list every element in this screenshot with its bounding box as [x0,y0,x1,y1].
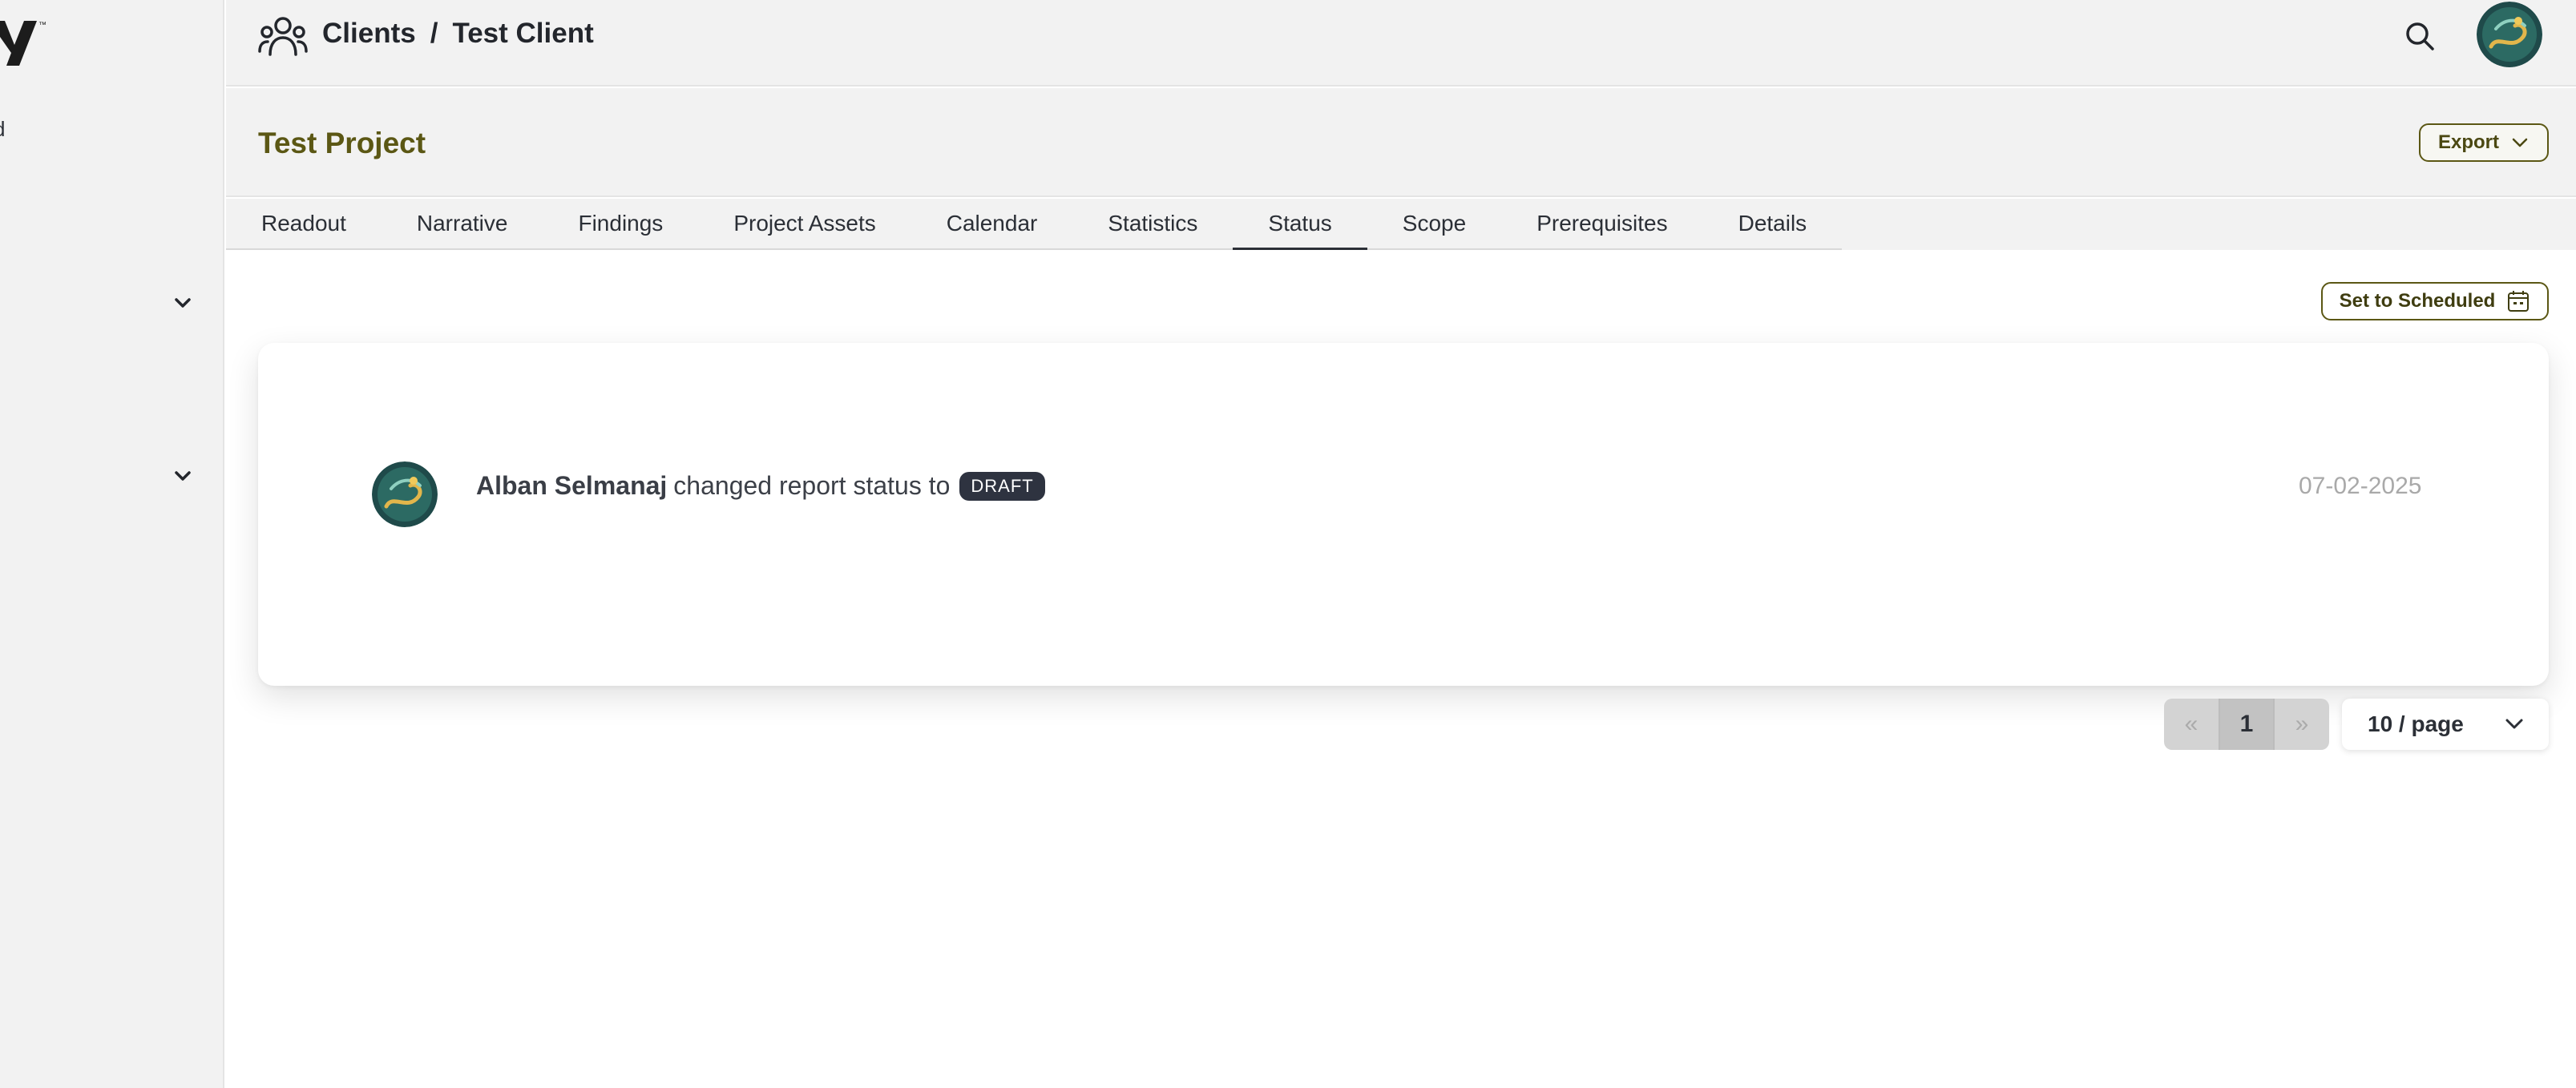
chevron-down-icon [2502,712,2526,736]
breadcrumb-separator: / [430,18,438,49]
set-to-scheduled-button[interactable]: Set to Scheduled [2321,282,2549,320]
breadcrumb-clients[interactable]: Clients [322,18,416,50]
search-icon[interactable] [2403,19,2437,53]
pagination: « 1 » [2164,699,2329,750]
next-page-button[interactable]: » [2275,699,2329,750]
entry-action: changed report status to [673,471,951,500]
breadcrumb-current: Test Client [452,18,594,49]
calendar-icon [2506,289,2530,313]
project-title: Test Project [258,127,426,159]
tab-project-assets[interactable]: Project Assets [698,199,910,248]
tab-list: Readout Narrative Findings Project Asset… [226,199,1843,250]
tab-statistics[interactable]: Statistics [1072,199,1233,248]
chevron-down-icon[interactable] [170,463,196,489]
avatar [372,461,438,527]
page-size-select[interactable]: 10 / page [2342,699,2549,750]
chevron-down-icon[interactable] [170,290,196,316]
user-avatar[interactable] [2477,2,2542,67]
tab-prerequisites[interactable]: Prerequisites [1501,199,1702,248]
tab-scope[interactable]: Scope [1367,199,1501,248]
svg-text:™: ™ [38,21,46,30]
brand-logo-icon[interactable]: ™ [0,18,48,69]
page-1-button[interactable]: 1 [2219,699,2275,750]
breadcrumb: Clients / Test Client [322,18,594,50]
top-header: Clients / Test Client [226,0,2576,87]
sidebar-item-label[interactable]: d [0,117,5,142]
status-entry: Alban Selmanaj changed report status to … [476,471,1045,501]
project-header: Test Project Export [226,88,2576,197]
set-to-scheduled-label: Set to Scheduled [2339,290,2496,312]
export-button[interactable]: Export [2419,123,2549,162]
status-history-card: Alban Selmanaj changed report status to … [258,343,2549,686]
tab-calendar[interactable]: Calendar [911,199,1073,248]
page-size-value: 10 / page [2368,711,2464,736]
sidebar: ™ d [0,0,224,1088]
tab-status[interactable]: Status [1233,199,1368,250]
status-badge: DRAFT [959,471,1045,501]
entry-date: 07-02-2025 [2299,473,2422,499]
prev-page-button[interactable]: « [2164,699,2219,750]
users-group-icon [258,14,308,59]
tab-readout[interactable]: Readout [226,199,382,248]
chevron-down-icon [2510,133,2530,152]
tab-narrative[interactable]: Narrative [382,199,543,248]
export-label: Export [2437,131,2499,153]
tabs-bar: Readout Narrative Findings Project Asset… [226,199,2576,250]
entry-user: Alban Selmanaj [476,471,668,500]
tab-findings[interactable]: Findings [543,199,698,248]
tab-details[interactable]: Details [1703,199,1843,248]
